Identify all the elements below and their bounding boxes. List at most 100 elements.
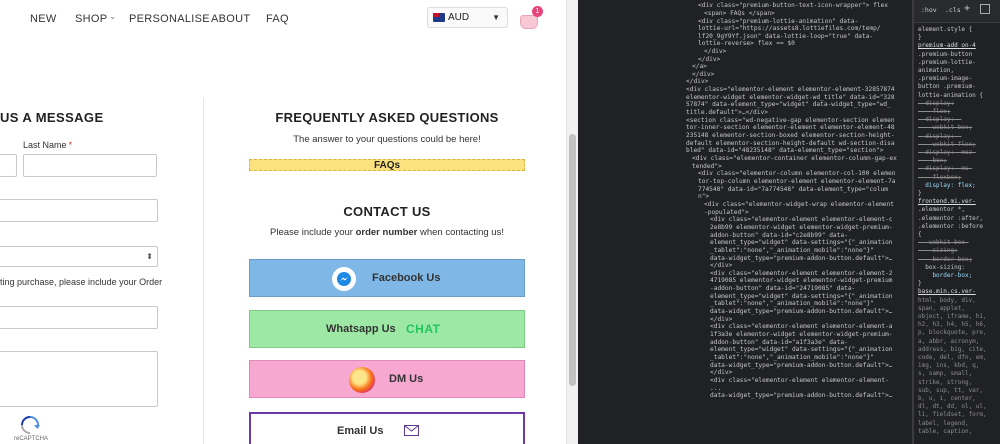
elements-tree[interactable]: <div class="premium-button-text-icon-wra… xyxy=(578,0,912,444)
style-rule-line: } xyxy=(918,280,922,288)
messenger-icon xyxy=(332,267,356,291)
style-rule-line: h2, h3, h4, h5, h6, xyxy=(918,321,987,329)
style-rule-line: display: - xyxy=(918,132,962,140)
style-rule-line: display: -ms- xyxy=(918,165,973,173)
elements-tree-line[interactable]: </div> xyxy=(704,48,726,56)
elements-tree-line[interactable]: -addon-button" data-id="24719085" data- xyxy=(710,285,855,293)
style-rule-line: label, legend, xyxy=(918,419,969,427)
elements-tree-line[interactable]: </a> xyxy=(692,63,707,71)
elements-tree-line[interactable]: <div class="elementor-element elementor-… xyxy=(710,377,889,385)
elements-tree-line[interactable]: data-widget_type="premium-addon-button.d… xyxy=(710,392,893,400)
contact-subtitle: Please include your order number when co… xyxy=(270,227,504,238)
elements-tree-line[interactable]: <div class="premium-button-text-icon-wra… xyxy=(698,2,888,10)
elements-tree-line[interactable]: 2e8b99 elementor-widget elementor-widget… xyxy=(710,224,893,232)
elements-tree-line[interactable]: element_type="widget" data-settings="{"_… xyxy=(710,346,893,354)
faq-subtitle: The answer to your questions could be he… xyxy=(293,134,481,145)
whatsapp-us-button[interactable]: Whatsapp Us CHAT xyxy=(249,310,525,348)
email-field[interactable] xyxy=(0,199,158,222)
elements-tree-line[interactable]: 235148 elementor-section-boxed elementor… xyxy=(686,132,895,140)
elements-tree-line[interactable]: 774548" data-id="7a774548" data-element_… xyxy=(698,186,888,194)
elements-tree-line[interactable]: </div> xyxy=(710,262,732,270)
class-toggle[interactable]: .cls xyxy=(945,6,961,14)
elements-tree-line[interactable]: <div class="elementor-container elemento… xyxy=(692,155,897,163)
elements-tree-line[interactable]: _tablet":"none","_animation_mobile":"non… xyxy=(710,300,874,308)
style-rule-line: lottie-animation { xyxy=(918,91,984,99)
australia-flag-icon xyxy=(433,13,445,22)
elements-tree-line[interactable]: 57874" data-element_type="widget" data-w… xyxy=(686,101,891,109)
page-scrollbar-thumb[interactable] xyxy=(569,134,576,386)
subject-select[interactable]: ⬍ xyxy=(0,246,158,267)
elements-tree-line[interactable]: <div class="elementor-column elementor-c… xyxy=(698,170,895,178)
elements-tree-line[interactable]: _tablet":"none","_animation_mobile":"non… xyxy=(710,247,874,255)
order-number-field[interactable] xyxy=(0,306,158,329)
main-navigation: NEW SHOP PERSONALISE ABOUT FAQ AUD ▼ 1 xyxy=(0,0,566,38)
style-rule-line: address, big, cite, xyxy=(918,345,987,353)
facebook-us-label: Facebook Us xyxy=(372,272,441,284)
nav-item-about[interactable]: ABOUT xyxy=(211,13,250,25)
computed-toggle-icon[interactable] xyxy=(980,4,990,14)
style-rule-line: display: -moz- xyxy=(918,149,976,156)
style-rule-line: frontend.mi.ver- xyxy=(918,198,976,206)
elements-tree-line[interactable]: 1f3a3e elementor-widget elementor-widget… xyxy=(710,331,893,339)
order-help-text: ting purchase, please include your Order xyxy=(0,277,163,287)
recaptcha-label: reCAPTCHA xyxy=(14,436,49,442)
hover-state-toggle[interactable]: :hov xyxy=(921,6,937,14)
elements-tree-line[interactable]: element_type="widget" data-settings="{"_… xyxy=(710,239,893,247)
recaptcha-widget[interactable]: reCAPTCHA xyxy=(0,413,48,444)
message-textarea[interactable] xyxy=(0,351,158,407)
elements-tree-line[interactable]: data-widget_type="premium-addon-button.d… xyxy=(710,255,893,263)
elements-tree-line[interactable]: tor-inner-section elementor-element elem… xyxy=(686,124,895,132)
style-rule-line: sizing: xyxy=(918,247,958,255)
last-name-label: Last Name * xyxy=(23,140,73,150)
currency-selector[interactable]: AUD ▼ xyxy=(427,7,508,28)
elements-tree-line[interactable]: title.default">…</div> xyxy=(686,109,768,117)
last-name-field[interactable] xyxy=(23,154,157,177)
style-rule-line: border-box; xyxy=(918,255,973,263)
style-rule-line: strike, strong, xyxy=(918,378,973,386)
style-rule-line: webkit-flex; xyxy=(918,140,976,148)
elements-tree-line[interactable]: tor-top-column elementor-element element… xyxy=(698,178,895,186)
elements-tree-line[interactable]: data-widget_type="premium-addon-button.d… xyxy=(710,362,893,370)
elements-tree-line[interactable]: bled" data-id="48235148" data-element_ty… xyxy=(686,147,883,155)
nav-item-faq[interactable]: FAQ xyxy=(266,13,289,25)
style-rule-line: { xyxy=(918,231,922,238)
elements-tree-line[interactable]: <div class="elementor-widget-wrap elemen… xyxy=(704,201,894,209)
style-rule-line: premium-add on-4 xyxy=(918,42,976,50)
new-rule-button[interactable]: + xyxy=(964,3,970,14)
elements-tree-line[interactable]: _tablet":"none","_animation_mobile":"non… xyxy=(710,354,874,362)
dm-us-label: DM Us xyxy=(389,373,424,385)
email-us-button[interactable]: Email Us xyxy=(249,412,525,444)
style-rule-line: a, abbr, acronym, xyxy=(918,337,980,345)
elements-tree-line[interactable]: lottie-reverse> flex == $0 xyxy=(698,40,795,48)
elements-tree-line[interactable]: <div class="elementor-element elementor-… xyxy=(686,86,895,94)
faq-heading: FREQUENTLY ASKED QUESTIONS xyxy=(275,110,499,125)
style-rule-line: .premium-button xyxy=(918,50,973,58)
dm-us-button[interactable]: DM Us xyxy=(249,360,525,398)
elements-tree-line[interactable]: <span> FAQs </span> xyxy=(704,10,775,18)
elements-tree-line[interactable]: lottie-url="https://assets8.lottiefiles.… xyxy=(698,25,881,33)
style-rule-line: .premium-image- xyxy=(918,75,973,83)
elements-tree-line[interactable]: </div> xyxy=(710,369,732,377)
faqs-button[interactable]: FAQs xyxy=(249,159,525,171)
nav-item-personalise[interactable]: PERSONALISE xyxy=(129,13,210,25)
required-asterisk: * xyxy=(68,140,73,150)
styles-toolbar: :hov .cls + xyxy=(914,0,1000,23)
style-rule-line: button .premium- xyxy=(918,83,976,91)
elements-tree-line[interactable]: 4719085 elementor-widget elementor-widge… xyxy=(710,277,893,285)
nav-item-shop[interactable]: SHOP xyxy=(75,13,116,25)
elements-tree-line[interactable]: </div> xyxy=(686,78,708,86)
style-rule-line: s, samp, small, xyxy=(918,370,973,378)
page-scrollbar[interactable] xyxy=(566,0,578,444)
style-rule-line: display: xyxy=(918,99,955,107)
envelope-icon xyxy=(404,425,419,436)
first-name-field[interactable] xyxy=(0,154,17,177)
nav-item-new[interactable]: NEW xyxy=(30,13,57,25)
elements-tree-line[interactable]: <div class="elementor-element elementor-… xyxy=(710,323,893,331)
cart-button[interactable]: 1 xyxy=(518,6,543,31)
facebook-us-button[interactable]: Facebook Us xyxy=(249,259,525,297)
select-arrows-icon: ⬍ xyxy=(146,252,153,261)
elements-tree-line[interactable]: <div class="elementor-element elementor-… xyxy=(710,216,893,224)
email-us-label: Email Us xyxy=(337,425,384,437)
elements-tree-line[interactable]: data-widget_type="premium-addon-button.d… xyxy=(710,308,893,316)
elements-tree-line[interactable]: n"> xyxy=(698,193,709,201)
